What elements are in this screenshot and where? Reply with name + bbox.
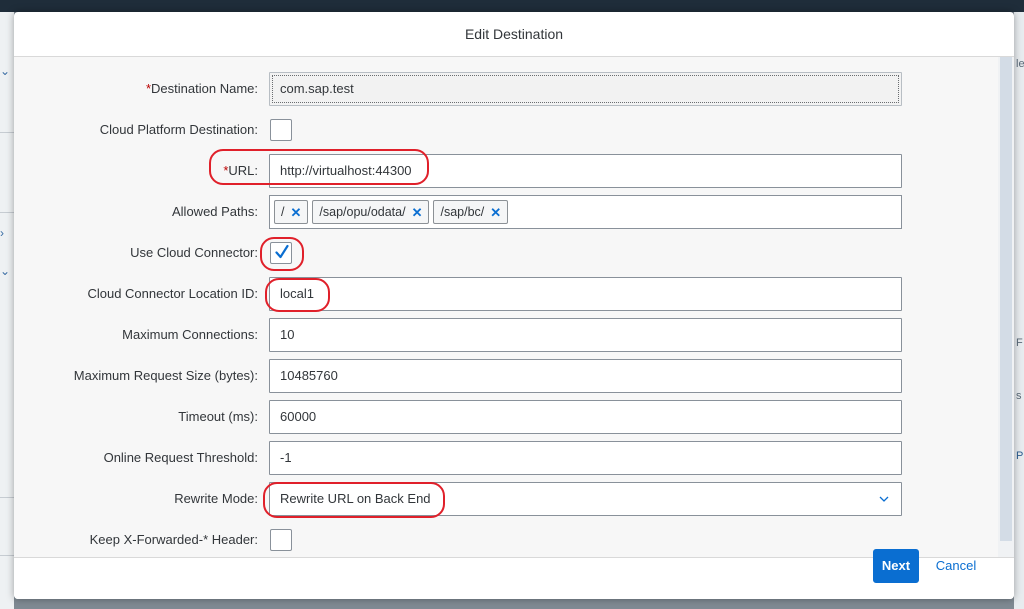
checkmark-icon: [275, 244, 289, 259]
cloud-connector-location-label: Cloud Connector Location ID:: [87, 286, 258, 301]
cloud-platform-destination-checkbox[interactable]: [270, 119, 292, 141]
path-token: /sap/opu/odata/ ✕: [312, 200, 430, 224]
online-request-threshold-row: Online Request Threshold: -1: [14, 441, 998, 475]
divider: [0, 132, 14, 133]
timeout-row: Timeout (ms): 60000: [14, 400, 998, 434]
keep-x-forwarded-label: Keep X-Forwarded-* Header:: [89, 532, 258, 547]
keep-x-forwarded-row: Keep X-Forwarded-* Header:: [14, 523, 998, 557]
destination-name-label: *Destination Name:: [146, 72, 258, 106]
rewrite-mode-value: Rewrite URL on Back End: [280, 491, 431, 506]
allowed-paths-field[interactable]: / ✕ /sap/opu/odata/ ✕ /sap/bc/ ✕: [269, 195, 902, 229]
scrollbar[interactable]: [998, 57, 1014, 557]
online-request-threshold-label: Online Request Threshold:: [103, 450, 258, 465]
maximum-request-size-row: Maximum Request Size (bytes): 10485760: [14, 359, 998, 393]
cloud-platform-destination-label: Cloud Platform Destination:: [99, 122, 258, 137]
cloud-platform-destination-row: Cloud Platform Destination:: [14, 113, 998, 147]
app-top-bar: [0, 0, 1024, 12]
cloud-connector-location-field[interactable]: local1: [269, 277, 902, 311]
url-label: *URL:: [223, 154, 258, 188]
cancel-button[interactable]: Cancel: [928, 549, 984, 583]
dialog-body: *Destination Name: com.sap.test Cloud Pl…: [14, 57, 1014, 557]
close-icon[interactable]: ✕: [290, 206, 301, 219]
maximum-connections-label: Maximum Connections:: [122, 327, 258, 342]
background-text-fragment: P: [1016, 450, 1024, 462]
chevron-right-icon: ›: [0, 226, 4, 240]
background-text-fragment: F: [1016, 337, 1023, 349]
rewrite-mode-label: Rewrite Mode:: [174, 491, 258, 506]
url-row: *URL: http://virtualhost:44300: [14, 154, 998, 188]
path-token-label: /: [281, 205, 285, 219]
online-request-threshold-field[interactable]: -1: [269, 441, 902, 475]
background-text-fragment: s: [1016, 390, 1022, 402]
use-cloud-connector-label: Use Cloud Connector:: [130, 245, 258, 260]
scrollbar-thumb[interactable]: [1000, 57, 1012, 541]
edit-destination-dialog: Edit Destination *Destination Name: com.…: [14, 12, 1014, 599]
dialog-title: Edit Destination: [14, 12, 1014, 57]
rewrite-mode-select[interactable]: Rewrite URL on Back End: [269, 482, 902, 516]
use-cloud-connector-checkbox[interactable]: [270, 242, 292, 264]
destination-name-row: *Destination Name: com.sap.test: [14, 72, 998, 106]
chevron-down-icon: ⌄: [0, 264, 11, 278]
cloud-connector-location-row: Cloud Connector Location ID: local1: [14, 277, 998, 311]
close-icon[interactable]: ✕: [412, 206, 423, 219]
timeout-label: Timeout (ms):: [178, 409, 258, 424]
divider: [0, 212, 14, 213]
chevron-down-icon[interactable]: [879, 494, 889, 504]
background-text-fragment: le: [1016, 58, 1024, 70]
dialog-footer: [14, 557, 1014, 599]
destination-name-label-text: Destination Name:: [151, 81, 258, 96]
keep-x-forwarded-checkbox[interactable]: [270, 529, 292, 551]
divider: [0, 497, 14, 498]
maximum-connections-field[interactable]: 10: [269, 318, 902, 352]
url-label-text: URL:: [228, 163, 258, 178]
close-icon[interactable]: ✕: [490, 206, 501, 219]
allowed-paths-row: Allowed Paths: / ✕ /sap/opu/odata/ ✕ /sa…: [14, 195, 998, 229]
maximum-request-size-label: Maximum Request Size (bytes):: [73, 368, 258, 383]
maximum-connections-row: Maximum Connections: 10: [14, 318, 998, 352]
path-token: /sap/bc/ ✕: [433, 200, 509, 224]
chevron-down-icon: ⌄: [0, 64, 11, 78]
path-token-label: /sap/opu/odata/: [319, 205, 406, 219]
next-button[interactable]: Next: [873, 549, 919, 583]
use-cloud-connector-row: Use Cloud Connector:: [14, 236, 998, 270]
maximum-request-size-field[interactable]: 10485760: [269, 359, 902, 393]
background-right-panel: le F s P: [1014, 12, 1024, 609]
divider: [0, 555, 14, 556]
path-token-label: /sap/bc/: [440, 205, 485, 219]
timeout-field[interactable]: 60000: [269, 400, 902, 434]
path-token: / ✕: [274, 200, 309, 224]
url-field[interactable]: http://virtualhost:44300: [269, 154, 902, 188]
allowed-paths-label: Allowed Paths:: [172, 204, 258, 219]
background-left-panel: ⌄ › ⌄: [0, 12, 14, 609]
destination-name-field[interactable]: com.sap.test: [269, 72, 902, 106]
rewrite-mode-row: Rewrite Mode: Rewrite URL on Back End: [14, 482, 998, 516]
